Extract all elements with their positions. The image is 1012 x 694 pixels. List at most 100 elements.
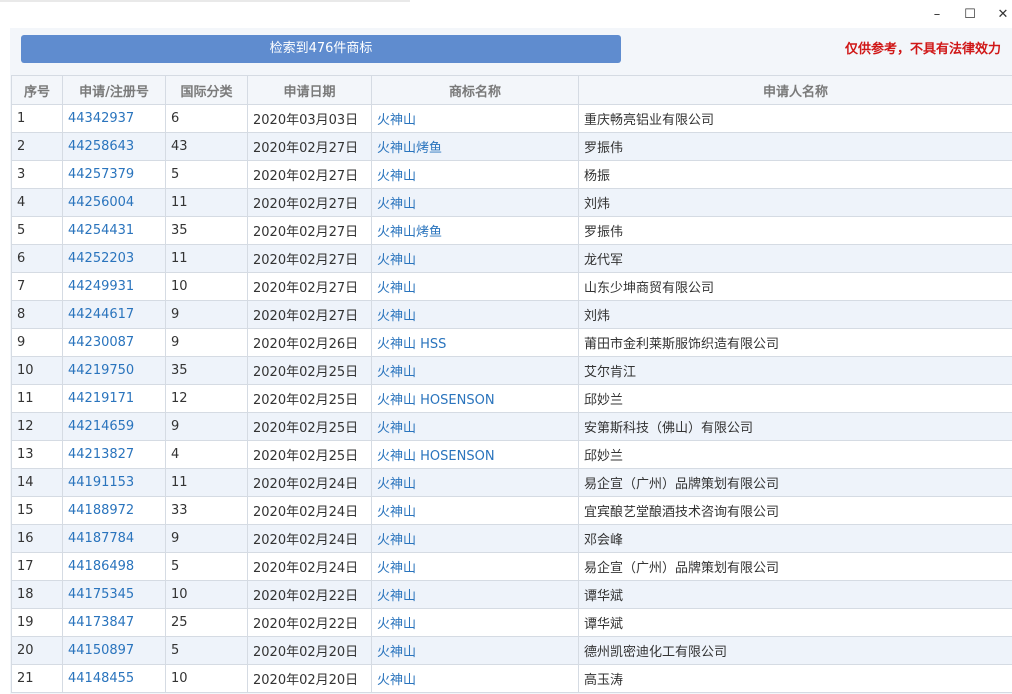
- header-date[interactable]: 申请日期: [247, 75, 372, 105]
- trademark-name-link[interactable]: 火神山: [371, 468, 579, 497]
- table-row[interactable]: 21 44148455 10 2020年02月20日 火神山 高玉涛: [11, 664, 1012, 693]
- close-button[interactable]: ✕: [988, 4, 1012, 26]
- reg-number-link[interactable]: 44186498: [62, 552, 166, 581]
- trademark-name-link[interactable]: 火神山: [371, 244, 579, 273]
- row-index: 19: [11, 608, 63, 637]
- table-row[interactable]: 5 44254431 35 2020年02月27日 火神山烤鱼 罗振伟: [11, 216, 1012, 245]
- reg-number-link[interactable]: 44230087: [62, 328, 166, 357]
- reg-number-link[interactable]: 44249931: [62, 272, 166, 301]
- trademark-name-link[interactable]: 火神山: [371, 300, 579, 329]
- table-row[interactable]: 17 44186498 5 2020年02月24日 火神山 易企宣（广州）品牌策划有限公司: [11, 552, 1012, 581]
- date-cell: 2020年02月22日: [247, 580, 372, 609]
- trademark-name-link[interactable]: 火神山: [371, 104, 579, 133]
- header-index[interactable]: 序号: [11, 75, 63, 105]
- table-row[interactable]: 18 44175345 10 2020年02月22日 火神山 谭华斌: [11, 580, 1012, 609]
- reg-number-link[interactable]: 44219750: [62, 356, 166, 385]
- search-result-bar[interactable]: 检索到476件商标: [21, 35, 621, 63]
- table-row[interactable]: 20 44150897 5 2020年02月20日 火神山 德州凯密迪化工有限公司: [11, 636, 1012, 665]
- row-index: 14: [11, 468, 63, 497]
- class-cell: 9: [165, 328, 248, 357]
- row-index: 16: [11, 524, 63, 553]
- table-row[interactable]: 14 44191153 11 2020年02月24日 火神山 易企宣（广州）品牌策划有限公…: [11, 468, 1012, 497]
- applicant-cell: 邱妙兰: [578, 440, 1012, 469]
- trademark-name-link[interactable]: 火神山: [371, 188, 579, 217]
- header-class[interactable]: 国际分类: [165, 75, 248, 105]
- trademark-name-link[interactable]: 火神山 HOSENSON: [371, 440, 579, 469]
- trademark-name-link[interactable]: 火神山: [371, 524, 579, 553]
- row-index: 18: [11, 580, 63, 609]
- class-cell: 43: [165, 132, 248, 161]
- table-row[interactable]: 2 44258643 43 2020年02月27日 火神山烤鱼 罗振伟: [11, 132, 1012, 161]
- reg-number-link[interactable]: 44214659: [62, 412, 166, 441]
- reg-number-link[interactable]: 44257379: [62, 160, 166, 189]
- trademark-name-link[interactable]: 火神山: [371, 496, 579, 525]
- reg-number-link[interactable]: 44187784: [62, 524, 166, 553]
- date-cell: 2020年02月22日: [247, 608, 372, 637]
- class-cell: 35: [165, 356, 248, 385]
- date-cell: 2020年02月27日: [247, 132, 372, 161]
- trademark-name-link[interactable]: 火神山: [371, 412, 579, 441]
- trademark-name-link[interactable]: 火神山: [371, 608, 579, 637]
- reg-number-link[interactable]: 44148455: [62, 664, 166, 693]
- table-row[interactable]: 7 44249931 10 2020年02月27日 火神山 山东少坤商贸有限公司: [11, 272, 1012, 301]
- applicant-cell: 易企宣（广州）品牌策划有限公司: [578, 552, 1012, 581]
- class-cell: 4: [165, 440, 248, 469]
- applicant-cell: 德州凯密迪化工有限公司: [578, 636, 1012, 665]
- table-row[interactable]: 15 44188972 33 2020年02月24日 火神山 宜宾酿艺堂酿酒技术咨询有限公…: [11, 496, 1012, 525]
- window-titlebar: – ☐ ✕: [0, 0, 1012, 28]
- date-cell: 2020年02月24日: [247, 496, 372, 525]
- row-index: 9: [11, 328, 63, 357]
- maximize-button[interactable]: ☐: [955, 4, 985, 26]
- table-row[interactable]: 9 44230087 9 2020年02月26日 火神山 HSS 莆田市金利莱斯服饰织造有…: [11, 328, 1012, 357]
- header-reg-number[interactable]: 申请/注册号: [62, 75, 166, 105]
- reg-number-link[interactable]: 44252203: [62, 244, 166, 273]
- table-row[interactable]: 1 44342937 6 2020年03月03日 火神山 重庆畅亮铝业有限公司: [11, 104, 1012, 133]
- table-row[interactable]: 3 44257379 5 2020年02月27日 火神山 杨振: [11, 160, 1012, 189]
- reg-number-link[interactable]: 44219171: [62, 384, 166, 413]
- table-row[interactable]: 4 44256004 11 2020年02月27日 火神山 刘炜: [11, 188, 1012, 217]
- reg-number-link[interactable]: 44173847: [62, 608, 166, 637]
- reg-number-link[interactable]: 44188972: [62, 496, 166, 525]
- tab-strip: [0, 0, 410, 2]
- trademark-name-link[interactable]: 火神山烤鱼: [371, 132, 579, 161]
- trademark-name-link[interactable]: 火神山 HOSENSON: [371, 384, 579, 413]
- table-row[interactable]: 8 44244617 9 2020年02月27日 火神山 刘炜: [11, 300, 1012, 329]
- trademark-name-link[interactable]: 火神山: [371, 160, 579, 189]
- minimize-button[interactable]: –: [922, 4, 952, 26]
- trademark-name-link[interactable]: 火神山烤鱼: [371, 216, 579, 245]
- reg-number-link[interactable]: 44175345: [62, 580, 166, 609]
- trademark-name-link[interactable]: 火神山: [371, 272, 579, 301]
- trademark-name-link[interactable]: 火神山: [371, 580, 579, 609]
- table-row[interactable]: 6 44252203 11 2020年02月27日 火神山 龙代军: [11, 244, 1012, 273]
- applicant-cell: 谭华斌: [578, 608, 1012, 637]
- trademark-name-link[interactable]: 火神山: [371, 552, 579, 581]
- table-row[interactable]: 10 44219750 35 2020年02月25日 火神山 艾尔肯江: [11, 356, 1012, 385]
- class-cell: 9: [165, 524, 248, 553]
- applicant-cell: 邓会峰: [578, 524, 1012, 553]
- reg-number-link[interactable]: 44244617: [62, 300, 166, 329]
- trademark-name-link[interactable]: 火神山 HSS: [371, 328, 579, 357]
- date-cell: 2020年02月24日: [247, 468, 372, 497]
- reg-number-link[interactable]: 44342937: [62, 104, 166, 133]
- results-table-container: 序号 申请/注册号 国际分类 申请日期 商标名称 申请人名称 1 44342937…: [11, 75, 1012, 694]
- trademark-name-link[interactable]: 火神山: [371, 636, 579, 665]
- row-index: 8: [11, 300, 63, 329]
- reg-number-link[interactable]: 44191153: [62, 468, 166, 497]
- reg-number-link[interactable]: 44150897: [62, 636, 166, 665]
- reg-number-link[interactable]: 44256004: [62, 188, 166, 217]
- table-row[interactable]: 11 44219171 12 2020年02月25日 火神山 HOSENSON 邱妙兰: [11, 384, 1012, 413]
- date-cell: 2020年02月25日: [247, 440, 372, 469]
- table-row[interactable]: 19 44173847 25 2020年02月22日 火神山 谭华斌: [11, 608, 1012, 637]
- table-row[interactable]: 13 44213827 4 2020年02月25日 火神山 HOSENSON 邱妙兰: [11, 440, 1012, 469]
- date-cell: 2020年02月27日: [247, 300, 372, 329]
- row-index: 1: [11, 104, 63, 133]
- header-applicant[interactable]: 申请人名称: [578, 75, 1012, 105]
- trademark-name-link[interactable]: 火神山: [371, 664, 579, 693]
- reg-number-link[interactable]: 44213827: [62, 440, 166, 469]
- reg-number-link[interactable]: 44258643: [62, 132, 166, 161]
- header-trademark-name[interactable]: 商标名称: [371, 75, 579, 105]
- trademark-name-link[interactable]: 火神山: [371, 356, 579, 385]
- reg-number-link[interactable]: 44254431: [62, 216, 166, 245]
- table-row[interactable]: 12 44214659 9 2020年02月25日 火神山 安第斯科技（佛山）有限公司: [11, 412, 1012, 441]
- table-row[interactable]: 16 44187784 9 2020年02月24日 火神山 邓会峰: [11, 524, 1012, 553]
